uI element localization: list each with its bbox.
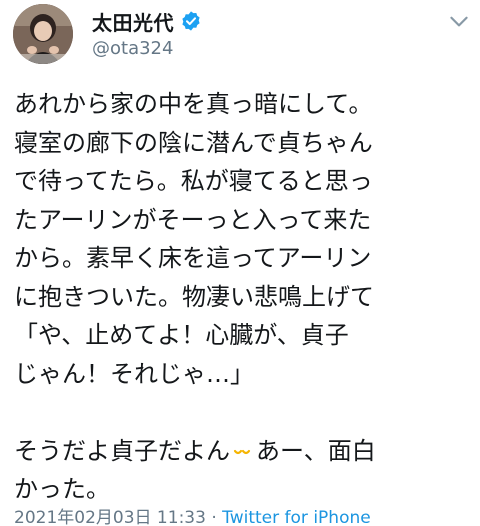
meta-separator: · [211, 508, 223, 526]
author-display-name[interactable]: 太田光代 [92, 7, 174, 36]
avatar-photo [13, 4, 73, 64]
tweet-meta: 2021年02月03日 11:33 · Twitter for iPhone [14, 503, 371, 526]
tweet-text: あれから家の中を真っ暗にして。 寝室の廊下の陰に潜んで貞ちゃん で待ってたら。私… [14, 85, 474, 509]
author-name-row: 太田光代 [92, 7, 202, 36]
tweet-text-line: たアーリンがそーっと入って来た [14, 205, 372, 234]
avatar[interactable] [13, 4, 73, 64]
tweet-text-line: 寝室の廊下の陰に潜んで貞ちゃん [14, 128, 373, 157]
tweet-text-line: 「や、止めてよ！心臓が、貞子 [14, 321, 349, 349]
author-handle[interactable]: @ota324 [92, 38, 173, 59]
tweet-text-line: じゃん！それじゃ…」 [14, 359, 254, 388]
tweet-text-line: に抱きついた。物凄い悲鳴上げて [14, 282, 374, 311]
tweet-text-line: で待ってたら。私が寝てると思っ [14, 167, 373, 195]
tweet-text-line: そうだよ貞子だよん あー、面白 [14, 432, 474, 471]
tweet-text-line: から。素早く床を這ってアーリン [14, 244, 372, 272]
tweet: 太田光代 @ota324 あれから家の中を真っ暗にして。 寝室の廊下の陰に潜んで… [0, 0, 480, 526]
tweet-text-line: あれから家の中を真っ暗にして。 [14, 90, 373, 118]
tweet-source-link[interactable]: Twitter for iPhone [222, 508, 371, 526]
tweet-text-segment: あー、面白 [256, 436, 376, 465]
tweet-text-segment: そうだよ貞子だよん [14, 436, 230, 465]
tweet-header: 太田光代 @ota324 [0, 0, 480, 72]
smiling-eyes-emoji-icon [233, 449, 251, 454]
verified-badge-icon [182, 11, 200, 31]
chevron-down-icon[interactable] [446, 8, 472, 34]
tweet-timestamp[interactable]: 2021年02月03日 11:33 [14, 508, 206, 526]
